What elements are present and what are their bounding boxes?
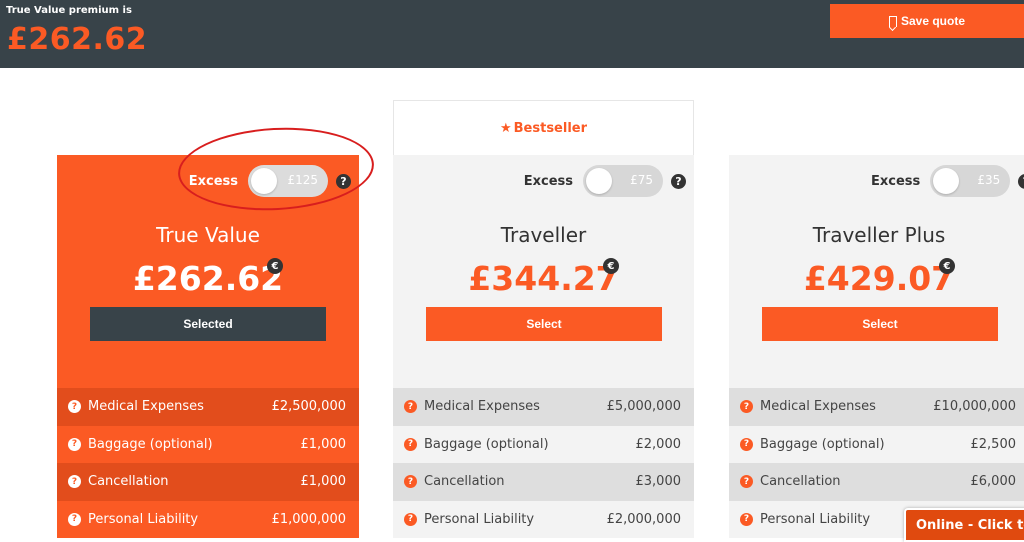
plan-price: £262.62 xyxy=(132,259,284,298)
online-chat-button[interactable]: Online - Click to g xyxy=(904,508,1024,542)
benefit-value: £1,000,000 xyxy=(271,511,346,527)
benefit-name: Medical Expenses xyxy=(424,399,540,415)
plan-price: £429.07 xyxy=(803,259,955,298)
benefit-row: ? Personal Liability £2,000,000 xyxy=(393,501,694,539)
benefit-name: Personal Liability xyxy=(88,511,199,527)
selected-button[interactable]: Selected xyxy=(90,307,326,341)
plan-card-traveller-plus: Excess £35 ? Traveller Plus £429.07 € Se… xyxy=(729,155,1024,538)
benefit-name: Baggage (optional) xyxy=(760,436,885,452)
help-icon[interactable]: ? xyxy=(336,173,351,189)
question-icon[interactable]: ? xyxy=(404,512,417,526)
help-icon[interactable]: ? xyxy=(1018,173,1024,189)
benefit-name: Cancellation xyxy=(88,474,169,490)
select-button[interactable]: Select xyxy=(762,307,998,341)
premium-label: True Value premium is xyxy=(6,5,132,16)
save-quote-button[interactable]: Save quote xyxy=(830,4,1024,38)
benefit-name: Baggage (optional) xyxy=(424,436,549,452)
benefit-name: Medical Expenses xyxy=(88,399,204,415)
benefit-name: Cancellation xyxy=(760,474,841,490)
help-icon[interactable]: ? xyxy=(671,173,686,189)
benefit-row: ? Cancellation £1,000 xyxy=(57,463,359,501)
euro-icon[interactable]: € xyxy=(939,258,955,274)
plan-card-traveller: Excess £75 ? Traveller £344.27 € Select … xyxy=(393,155,694,538)
select-button[interactable]: Select xyxy=(426,307,662,341)
benefit-row: ? Baggage (optional) £2,000 xyxy=(393,426,694,464)
question-icon[interactable]: ? xyxy=(68,475,81,489)
benefit-row: ? Personal Liability £1,000,000 xyxy=(57,501,359,539)
excess-label: Excess xyxy=(523,173,573,189)
benefit-value: £2,500 xyxy=(970,436,1017,452)
question-icon[interactable]: ? xyxy=(740,400,753,414)
excess-label: Excess xyxy=(871,173,921,189)
question-icon[interactable]: ? xyxy=(68,400,81,414)
question-icon[interactable]: ? xyxy=(740,512,753,526)
plan-price: £344.27 xyxy=(468,259,619,298)
bestseller-banner: ★ Bestseller xyxy=(393,100,694,155)
toggle-knob xyxy=(586,168,612,194)
plan-name: Traveller Plus xyxy=(812,223,946,247)
benefit-row: ? Medical Expenses £2,500,000 xyxy=(57,388,359,426)
benefit-value: £2,000,000 xyxy=(606,511,681,527)
bookmark-icon xyxy=(888,15,897,27)
benefit-row: ? Cancellation £6,000 xyxy=(729,463,1024,501)
benefit-name: Personal Liability xyxy=(424,511,535,527)
question-icon[interactable]: ? xyxy=(68,512,81,526)
premium-value: £262.62 xyxy=(7,22,148,57)
excess-toggle[interactable]: £125 xyxy=(248,165,328,197)
benefit-value: £6,000 xyxy=(970,474,1017,490)
benefit-row: ? Baggage (optional) £2,500 xyxy=(729,426,1024,464)
question-icon[interactable]: ? xyxy=(404,400,417,414)
bestseller-label: Bestseller xyxy=(513,120,588,136)
excess-row: Excess £35 ? xyxy=(871,165,1024,197)
question-icon[interactable]: ? xyxy=(740,437,753,451)
question-icon[interactable]: ? xyxy=(404,437,417,451)
plan-name: Traveller xyxy=(500,223,587,247)
benefit-value: £1,000 xyxy=(300,474,347,490)
toggle-knob xyxy=(933,168,960,194)
benefit-value: £5,000,000 xyxy=(606,399,681,415)
excess-value: £125 xyxy=(287,173,318,187)
benefit-row: ? Cancellation £3,000 xyxy=(393,463,694,501)
excess-row: Excess £75 ? xyxy=(524,165,686,197)
benefit-value: £3,000 xyxy=(635,474,682,490)
question-icon[interactable]: ? xyxy=(404,475,417,489)
benefits-list: ? Medical Expenses £2,500,000 ? Baggage … xyxy=(57,388,359,538)
excess-value: £35 xyxy=(977,173,1001,187)
toggle-knob xyxy=(251,168,277,194)
excess-row: Excess £125 ? xyxy=(189,165,351,197)
plan-name: True Value xyxy=(156,223,260,247)
euro-icon[interactable]: € xyxy=(603,258,619,274)
top-bar: True Value premium is £262.62 Save quote xyxy=(0,0,1024,68)
benefits-list: ? Medical Expenses £5,000,000 ? Baggage … xyxy=(393,388,694,538)
benefit-value: £2,500,000 xyxy=(271,399,346,415)
plan-card-true-value: Excess £125 ? True Value £262.62 € Selec… xyxy=(57,155,359,538)
benefit-value: £10,000,000 xyxy=(933,399,1016,415)
excess-value: £75 xyxy=(630,173,653,187)
benefit-name: Cancellation xyxy=(424,474,505,490)
benefit-value: £1,000 xyxy=(300,436,347,452)
benefit-name: Baggage (optional) xyxy=(88,436,213,452)
euro-icon[interactable]: € xyxy=(267,258,283,274)
star-icon: ★ xyxy=(499,120,512,136)
benefit-row: ? Medical Expenses £10,000,000 xyxy=(729,388,1024,426)
excess-label: Excess xyxy=(188,173,238,189)
save-quote-label: Save quote xyxy=(900,14,966,28)
excess-toggle[interactable]: £35 xyxy=(930,165,1011,197)
excess-toggle[interactable]: £75 xyxy=(583,165,663,197)
question-icon[interactable]: ? xyxy=(68,437,81,451)
benefit-row: ? Baggage (optional) £1,000 xyxy=(57,426,359,464)
benefit-name: Medical Expenses xyxy=(760,399,876,415)
benefit-value: £2,000 xyxy=(635,436,682,452)
benefit-row: ? Medical Expenses £5,000,000 xyxy=(393,388,694,426)
question-icon[interactable]: ? xyxy=(740,475,753,489)
